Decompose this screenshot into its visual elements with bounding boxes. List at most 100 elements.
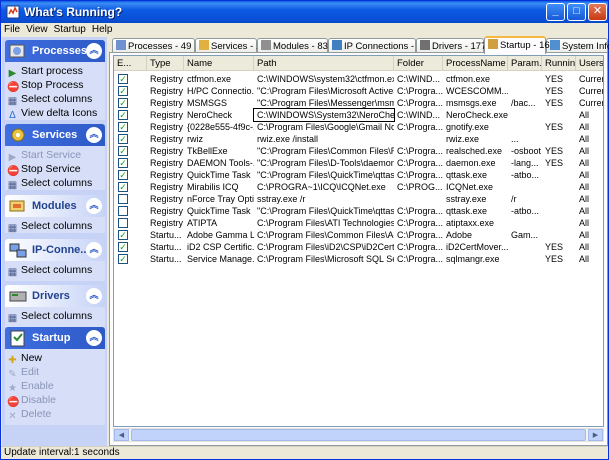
close-button[interactable]: ✕ <box>588 3 607 21</box>
tab-ip-connections[interactable]: IP Connections - 55 <box>328 38 427 53</box>
table-row[interactable]: Registry QuickTime Task "C:\Program Files\… <box>114 205 603 217</box>
table-row[interactable]: ✓ Startu... Service Manage... C:\Program Fi… <box>114 253 603 265</box>
collapse-chevron-icon[interactable]: ︽ <box>86 242 102 258</box>
column-header-path[interactable]: Path <box>254 56 394 71</box>
collapse-chevron-icon[interactable]: ︽ <box>86 330 102 346</box>
enabled-checkbox[interactable]: ✓ <box>118 146 128 156</box>
table-row[interactable]: ✓ Registry H/PC Connectio... "C:\Program Fi… <box>114 85 603 97</box>
task-start-service[interactable]: ▶ Start Service <box>7 149 81 163</box>
tab-processes[interactable]: Processes - 49 <box>112 38 195 53</box>
enabled-checkbox[interactable]: ✓ <box>118 170 128 180</box>
task-select-columns[interactable]: ▦ Select columns <box>7 264 92 278</box>
status-bar: Update interval:1 seconds <box>1 446 608 459</box>
table-row[interactable]: Registry ATIPTA C:\Program Files\ATI Techn… <box>114 217 603 229</box>
collapse-chevron-icon[interactable]: ︽ <box>86 288 102 304</box>
table-row[interactable]: ✓ Registry MSMSGS "C:\Program Files\Messeng… <box>114 97 603 109</box>
collapse-chevron-icon[interactable]: ︽ <box>86 198 102 214</box>
task-select-columns[interactable]: ▦ Select columns <box>7 177 92 191</box>
maximize-button[interactable]: □ <box>567 3 586 21</box>
table-row[interactable]: ✓ Registry Mirabilis ICQ C:\PROGRA~1\ICQ\IC… <box>114 181 603 193</box>
enabled-checkbox[interactable] <box>118 218 128 228</box>
column-header-running[interactable]: Running <box>542 56 576 71</box>
title-bar[interactable]: What's Running? _ □ ✕ <box>1 1 608 23</box>
tab-startup[interactable]: Startup - 16 <box>484 36 550 54</box>
section-startup-header[interactable]: Startup ︽ <box>5 327 105 349</box>
column-header-name[interactable]: Name <box>184 56 254 71</box>
tab-drivers[interactable]: Drivers - 177 <box>416 38 486 53</box>
task-stop-service[interactable]: ⛔ Stop Service <box>7 163 81 177</box>
task-edit[interactable]: ✎ Edit <box>7 366 39 380</box>
enabled-checkbox[interactable]: ✓ <box>118 86 128 96</box>
cell-param: /r <box>511 194 517 204</box>
scroll-thumb[interactable] <box>131 429 586 441</box>
tab-system-info[interactable]: System Info <box>546 38 609 53</box>
cell-param: -osboot <box>511 146 542 156</box>
collapse-chevron-icon[interactable]: ︽ <box>86 43 102 59</box>
menu-startup[interactable]: Startup <box>51 23 89 36</box>
menu-help[interactable]: Help <box>89 23 116 36</box>
table-row[interactable]: RegistrynForce Tray Opti...sstray.exe /r… <box>114 193 603 205</box>
table-row[interactable]: ✓ Startu... Adobe Gamma L...C:\Program Fil… <box>114 229 603 241</box>
column-header-processname[interactable]: ProcessName <box>443 56 508 71</box>
enabled-checkbox[interactable]: ✓ <box>118 110 128 120</box>
section-processes-header[interactable]: Processes ︽ <box>5 40 105 62</box>
table-row[interactable]: ✓ Startu... iD2 CSP Certific... C:\Program … <box>114 241 603 253</box>
section-services-header[interactable]: Services ︽ <box>5 124 105 146</box>
column-header-type[interactable]: Type <box>147 56 184 71</box>
cell-users: All <box>579 146 590 156</box>
task-select-columns[interactable]: ▦ Select columns <box>7 310 92 324</box>
minimize-button[interactable]: _ <box>546 3 565 21</box>
table-row[interactable]: ✓ Registry DAEMON Tools-... "C:\Program Fil… <box>114 157 603 169</box>
table-row[interactable]: ✓ Registry {0228e555-4f9c-... C:\Program Fi… <box>114 121 603 133</box>
tab-icon <box>550 40 560 50</box>
task-view-delta-icons[interactable]: Δ View delta Icons <box>7 107 97 121</box>
enabled-checkbox[interactable]: ✓ <box>118 254 128 264</box>
cell-path: "C:\Program Files\Microsoft ActiveSy... <box>257 86 394 96</box>
task-new[interactable]: ✚ New <box>7 352 42 366</box>
scroll-right-button[interactable]: ▶ <box>588 429 603 441</box>
scroll-left-button[interactable]: ◀ <box>114 429 129 441</box>
tab-modules[interactable]: Modules - 832 <box>257 38 333 53</box>
column-header-param[interactable]: Param... <box>508 56 542 71</box>
table-row[interactable]: ✓ Registry TkBellExe "C:\Program Files\Comm… <box>114 145 603 157</box>
enabled-checkbox[interactable] <box>118 194 128 204</box>
section-modules-header[interactable]: Modules ︽ <box>5 195 105 217</box>
columns-icon: ▦ <box>7 180 18 191</box>
task-enable[interactable]: ★ Enable <box>7 380 54 394</box>
horizontal-scrollbar[interactable]: ◀ ▶ <box>113 428 604 442</box>
enabled-checkbox[interactable]: ✓ <box>118 158 128 168</box>
menu-view[interactable]: View <box>23 23 51 36</box>
table-row[interactable]: ✓ Registry QuickTime Task "C:\Program Files… <box>114 169 603 181</box>
menu-file[interactable]: File <box>1 23 23 36</box>
column-header-e[interactable]: E... <box>114 56 147 71</box>
enabled-checkbox[interactable]: ✓ <box>118 182 128 192</box>
cell-running: YES <box>545 74 564 84</box>
task-select-columns[interactable]: ▦ Select columns <box>7 220 92 234</box>
tab-services[interactable]: Services - 100 <box>195 38 272 53</box>
task-stop-process[interactable]: ⛔ Stop Process <box>7 79 83 93</box>
cell-path: sstray.exe /r <box>257 194 306 204</box>
task-start-process[interactable]: ▶ Start process <box>7 65 83 79</box>
cell-param <box>508 73 542 85</box>
enabled-checkbox[interactable]: ✓ <box>118 134 128 144</box>
tab-label: System Info <box>562 41 609 52</box>
table-row[interactable]: ✓ Registry ctfmon.exe C:\WINDOWS\system32\c… <box>114 73 603 85</box>
section-drivers-header[interactable]: Drivers ︽ <box>5 285 105 307</box>
task-disable[interactable]: ⛔ Disable <box>7 394 56 408</box>
enabled-checkbox[interactable] <box>118 206 128 216</box>
enabled-checkbox[interactable]: ✓ <box>118 122 128 132</box>
enabled-checkbox[interactable]: ✓ <box>118 98 128 108</box>
enabled-checkbox[interactable]: ✓ <box>118 74 128 84</box>
tab-label: Startup - 16 <box>500 40 550 51</box>
column-header-folder[interactable]: Folder <box>394 56 443 71</box>
table-row[interactable]: ✓ Registry NeroCheck C:\WINDOWS\System32\Ne… <box>114 108 603 122</box>
column-header-users[interactable]: Users <box>576 56 603 71</box>
enabled-checkbox[interactable]: ✓ <box>118 242 128 252</box>
table-row[interactable]: ✓ Registry rwiz rwiz.exe /install rwiz.exe..… <box>114 133 603 145</box>
enabled-checkbox[interactable]: ✓ <box>118 230 128 240</box>
collapse-chevron-icon[interactable]: ︽ <box>86 127 102 143</box>
cell-process: ICQNet.exe <box>446 182 494 192</box>
task-select-columns[interactable]: ▦ Select columns <box>7 93 92 107</box>
section-ipconne-header[interactable]: IP-Conne... ︽ <box>5 239 105 261</box>
task-delete[interactable]: ✕ Delete <box>7 408 51 422</box>
